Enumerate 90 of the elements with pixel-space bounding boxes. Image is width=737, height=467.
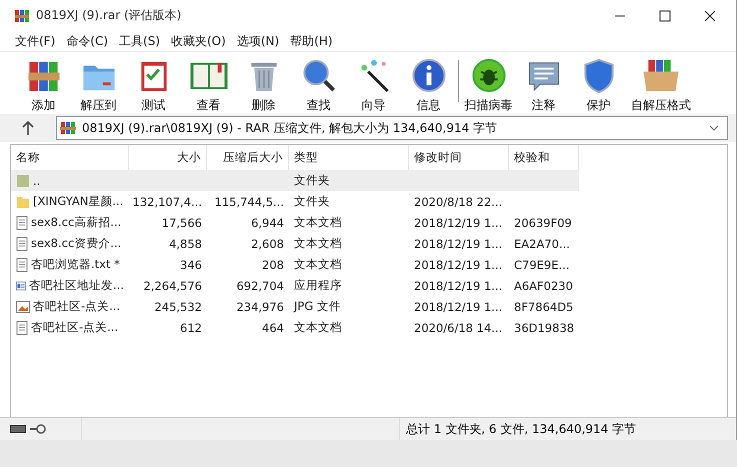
file-row[interactable]: 杏吧浏览器.txt * 346 208 文本文档 2018/12/19 1... C79E9E... bbox=[11, 254, 579, 275]
toolbar-button[interactable]: 扫描病毒 bbox=[461, 58, 516, 114]
table-cell: 2,264,576 bbox=[143, 278, 202, 292]
table-cell: 464 bbox=[262, 320, 284, 334]
table-cell: EA2A70... bbox=[514, 236, 570, 250]
toolbar-button[interactable]: 保护 bbox=[571, 58, 626, 114]
table-cell: 4,858 bbox=[169, 236, 202, 250]
file-row[interactable]: 杏吧社区地址发... 2,264,576 692,704 应用程序 2018/12/19 1... A6AF0230 bbox=[11, 275, 579, 296]
toolbar-button[interactable]: 向导 bbox=[346, 58, 401, 114]
table-cell: C79E9E... bbox=[514, 258, 570, 272]
file-row[interactable]: 杏吧社区-点关... 245,532 234,976 JPG 文件 2018/12/19 1... 8F7864D5 bbox=[11, 296, 579, 317]
table-cell: 612 bbox=[180, 320, 202, 334]
menu-item[interactable]: 工具(S) bbox=[118, 32, 161, 50]
file-row[interactable]: sex8.cc高薪招... 17,566 6,944 文本文档 2018/12/19 1... 20639F09 bbox=[11, 212, 579, 233]
table-cell: 2018/12/19 1... bbox=[414, 300, 502, 314]
file-row[interactable]: .. 文件夹 bbox=[11, 170, 579, 191]
file-row[interactable]: 杏吧社区-点关... 612 464 文本文档 2020/6/18 14... 36D19838 bbox=[11, 317, 579, 338]
table-cell: 36D19838 bbox=[514, 320, 574, 334]
books-icon bbox=[60, 121, 76, 135]
file-row[interactable]: sex8.cc资费介... 4,858 2,608 文本文档 2018/12/19 1... EA2A70... bbox=[11, 233, 579, 254]
table-cell: 20639F09 bbox=[514, 216, 572, 230]
menu-item[interactable]: 选项(N) bbox=[236, 32, 280, 50]
window-title: 0819XJ (9).rar (评估版本) bbox=[36, 7, 182, 24]
table-cell: 17,566 bbox=[162, 216, 202, 230]
toolbar-button[interactable]: 查看 bbox=[181, 58, 236, 114]
table-cell: 245,532 bbox=[154, 300, 202, 314]
toolbar-button[interactable]: 查找 bbox=[291, 58, 346, 114]
toolbar-button[interactable]: 注释 bbox=[516, 58, 571, 114]
menu-item[interactable]: 帮助(H) bbox=[289, 32, 334, 50]
table-cell: 文本文档 bbox=[294, 257, 342, 272]
magnifier-icon bbox=[300, 58, 336, 93]
up-arrow-icon[interactable] bbox=[22, 121, 34, 135]
table-cell: 2020/6/18 14... bbox=[414, 320, 502, 334]
table-cell: 132,107,4... bbox=[132, 194, 202, 208]
books-icon bbox=[14, 8, 30, 24]
table-cell: .. bbox=[33, 174, 40, 188]
menu-item[interactable]: 文件(F) bbox=[14, 32, 56, 50]
table-cell: 2018/12/19 1... bbox=[414, 278, 502, 292]
table-cell: 2018/12/19 1... bbox=[414, 236, 502, 250]
table-cell: 346 bbox=[180, 258, 202, 272]
image-icon bbox=[16, 300, 30, 312]
table-cell: 应用程序 bbox=[294, 278, 342, 293]
toolbar-button[interactable]: 信息 bbox=[401, 58, 456, 114]
document-icon bbox=[16, 236, 28, 250]
table-cell: 杏吧社区-点关... bbox=[31, 320, 118, 335]
chevron-down-icon[interactable] bbox=[709, 125, 719, 131]
table-cell: 6,944 bbox=[251, 216, 284, 230]
table-cell: JPG 文件 bbox=[294, 299, 341, 314]
table-cell: 杏吧浏览器.txt * bbox=[31, 257, 120, 272]
bug-icon bbox=[470, 58, 506, 93]
table-cell: 杏吧社区-点关... bbox=[33, 299, 120, 314]
table-cell: 2020/8/18 22... bbox=[414, 194, 502, 208]
table-cell: 2,608 bbox=[251, 236, 284, 250]
drive-icon bbox=[10, 425, 26, 433]
table-cell: 115,744,5... bbox=[214, 194, 284, 208]
status-text: 总计 1 文件夹, 6 文件, 134,640,914 字节 bbox=[399, 418, 736, 440]
application-icon bbox=[16, 280, 26, 292]
key-icon bbox=[30, 424, 46, 434]
table-cell: 文本文档 bbox=[294, 236, 342, 251]
maximize-icon[interactable] bbox=[659, 10, 671, 22]
toolbar-button[interactable]: 自解压格式 bbox=[626, 58, 696, 114]
table-cell: 692,704 bbox=[236, 278, 284, 292]
table-cell: 8F7864D5 bbox=[514, 300, 574, 314]
file-row[interactable]: [XINGYAN星颜... 132,107,4... 115,744,5... 文件夹 2020/8/18 22... bbox=[11, 191, 579, 212]
document-icon bbox=[16, 258, 28, 272]
table-cell: 文件夹 bbox=[294, 194, 330, 209]
document-icon bbox=[16, 320, 28, 334]
table-cell: sex8.cc高薪招... bbox=[31, 215, 122, 230]
close-icon[interactable] bbox=[704, 10, 716, 22]
table-cell: 文本文档 bbox=[294, 215, 342, 230]
table-cell: sex8.cc资费介... bbox=[31, 236, 122, 251]
document-icon bbox=[16, 216, 28, 230]
menu-item[interactable]: 命令(C) bbox=[65, 32, 110, 50]
table-cell: [XINGYAN星颜... bbox=[33, 194, 124, 209]
toolbar-button[interactable]: 解压到 bbox=[71, 58, 126, 114]
table-cell: 2018/12/19 1... bbox=[414, 216, 502, 230]
toolbar-button[interactable]: 删除 bbox=[236, 58, 291, 114]
table-cell: 2018/12/19 1... bbox=[414, 258, 502, 272]
table-cell: 234,976 bbox=[236, 300, 284, 314]
info-icon bbox=[410, 58, 446, 93]
toolbar-button[interactable]: 添加 bbox=[16, 58, 71, 114]
table-cell: 208 bbox=[262, 258, 284, 272]
table-cell: 杏吧社区地址发... bbox=[29, 278, 124, 293]
table-cell: A6AF0230 bbox=[514, 278, 573, 292]
path-field[interactable]: 0819XJ (9).rar\0819XJ (9) - RAR 压缩文件, 解包大小为 134,640,914 字节 bbox=[56, 116, 728, 140]
table-cell: 文本文档 bbox=[294, 320, 342, 335]
toolbar-button[interactable]: 测试 bbox=[126, 58, 181, 114]
table-cell: 文件夹 bbox=[294, 173, 330, 188]
box-icon bbox=[641, 58, 681, 93]
menu-item[interactable]: 收藏夹(O) bbox=[170, 32, 227, 50]
